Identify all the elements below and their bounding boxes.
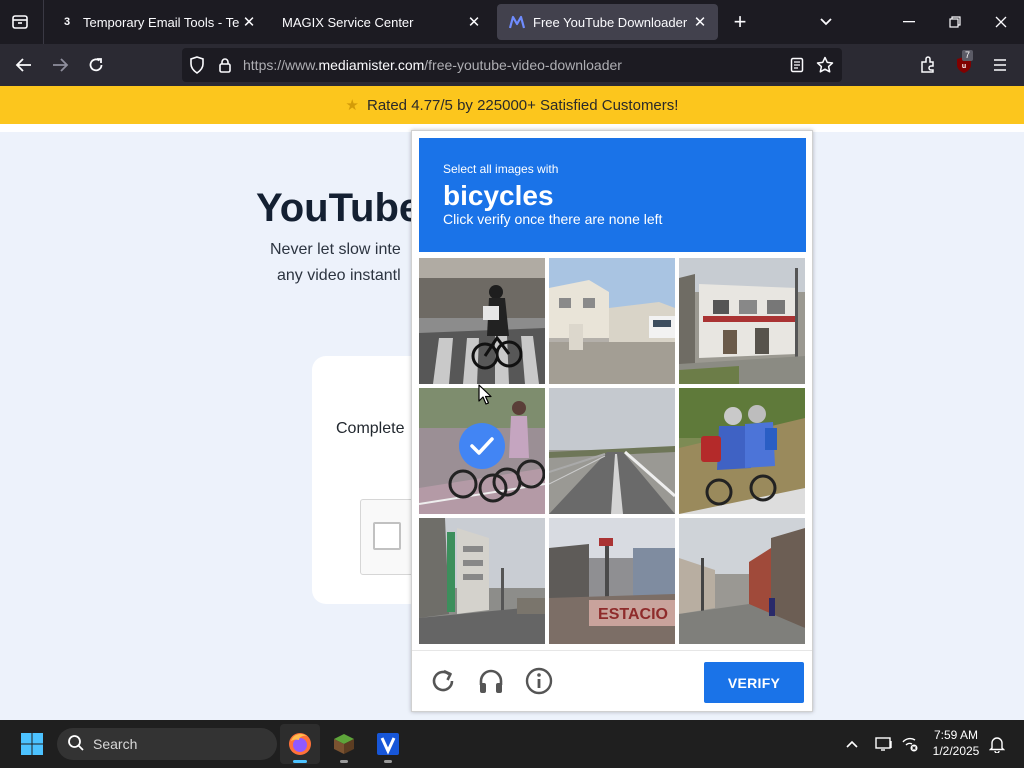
tab-youtube-downloader[interactable]: Free YouTube Downloader | Do ✕: [497, 4, 718, 40]
captcha-tile[interactable]: [419, 258, 545, 384]
captcha-tile[interactable]: [679, 518, 805, 644]
mediamister-icon: [509, 14, 525, 30]
captcha-tile[interactable]: [679, 388, 805, 514]
clock-date: 1/2/2025: [932, 744, 980, 758]
captcha-checkbox[interactable]: [373, 522, 401, 550]
app-menu-icon[interactable]: [984, 49, 1016, 81]
page-title: YouTube: [256, 186, 422, 230]
ublock-icon[interactable]: u 7: [948, 49, 980, 81]
captcha-footer: VERIFY: [412, 650, 812, 712]
list-all-tabs-icon[interactable]: [810, 6, 842, 38]
refresh-icon[interactable]: [427, 665, 459, 697]
search-icon: [67, 734, 85, 755]
url-domain: mediamister.com: [318, 57, 425, 73]
vpn-taskbar-icon[interactable]: [368, 724, 408, 764]
running-indicator: [293, 760, 307, 763]
show-hidden-icons-chevron-icon[interactable]: [840, 732, 864, 756]
new-tab-icon[interactable]: +: [724, 6, 756, 38]
close-tab-icon[interactable]: ✕: [239, 12, 259, 32]
captcha-tile[interactable]: [679, 258, 805, 384]
network-disconnected-icon[interactable]: [898, 732, 922, 756]
verify-button[interactable]: VERIFY: [704, 662, 804, 703]
close-window-icon[interactable]: [978, 0, 1024, 44]
extension-badge: 7: [962, 50, 974, 61]
windows-taskbar: Search 7:59 AM 1/2/2025: [0, 720, 1024, 768]
bookmark-star-icon[interactable]: [816, 56, 834, 74]
captcha-tile[interactable]: [549, 258, 675, 384]
back-icon[interactable]: [8, 49, 40, 81]
captcha-tile-selected[interactable]: [419, 388, 545, 514]
page-subtitle-line1: Never let slow inte: [270, 241, 401, 258]
url-text[interactable]: https://www.mediamister.com/free-youtube…: [243, 57, 622, 73]
clock-time: 7:59 AM: [933, 728, 979, 742]
url-path: /free-youtube-video-downloader: [424, 57, 622, 73]
running-indicator: [384, 760, 392, 763]
forward-icon[interactable]: [44, 49, 76, 81]
mouse-cursor-icon: [478, 384, 492, 405]
captcha-instruction: Click verify once there are none left: [443, 211, 663, 227]
restore-icon[interactable]: [932, 0, 978, 44]
captcha-target-object: bicycles: [443, 180, 554, 211]
image-captcha-dialog: Select all images with bicycles Click ve…: [411, 130, 813, 712]
tab-title: Temporary Email Tools - Tempo: [83, 14, 239, 30]
star-icon: ★: [345, 97, 359, 114]
captcha-image-grid: ESTACIO: [419, 258, 806, 645]
reload-icon[interactable]: [80, 49, 112, 81]
extensions-icon[interactable]: [912, 49, 944, 81]
url-prefix: https://www.: [243, 57, 319, 73]
firefox-taskbar-icon[interactable]: [280, 724, 320, 764]
page-subtitle-line2: any video instantl: [277, 267, 401, 284]
search-placeholder: Search: [93, 736, 138, 752]
captcha-prompt: Select all images with: [443, 162, 559, 176]
minimize-icon[interactable]: [886, 0, 932, 44]
tab-temporary-email[interactable]: 3 Temporary Email Tools - Tempo ✕: [47, 4, 267, 40]
captcha-tile[interactable]: [549, 388, 675, 514]
station-sign-text: ESTACIO: [598, 606, 668, 623]
tab-title: MAGIX Service Center: [282, 14, 414, 30]
tracking-protection-shield-icon[interactable]: [188, 56, 206, 74]
rating-banner: ★ Rated 4.77/5 by 225000+ Satisfied Cust…: [0, 86, 1024, 124]
minecraft-taskbar-icon[interactable]: [324, 724, 364, 764]
system-clock[interactable]: 7:59 AM 1/2/2025: [922, 727, 990, 759]
device-icon[interactable]: [872, 732, 896, 756]
close-tab-icon[interactable]: ✕: [690, 12, 710, 32]
close-tab-icon[interactable]: ✕: [464, 12, 484, 32]
tab-magix[interactable]: MAGIX Service Center ✕: [270, 4, 492, 40]
captcha-tile[interactable]: [419, 518, 545, 644]
running-indicator: [340, 760, 348, 763]
captcha-tile[interactable]: ESTACIO: [549, 518, 675, 644]
reader-view-icon[interactable]: [788, 56, 806, 74]
info-icon[interactable]: [523, 665, 555, 697]
windows-start-icon[interactable]: [12, 724, 52, 764]
url-bar[interactable]: https://www.mediamister.com/free-youtube…: [182, 48, 842, 82]
lock-icon[interactable]: [216, 56, 234, 74]
navigation-bar: https://www.mediamister.com/free-youtube…: [0, 44, 1024, 86]
svg-text:u: u: [962, 63, 966, 70]
tile-selected-checkmark-icon: [459, 423, 505, 469]
tab-divider: [43, 0, 44, 44]
audio-challenge-icon[interactable]: [475, 665, 507, 697]
taskbar-search-box[interactable]: Search: [57, 728, 277, 760]
card-instruction: Complete: [336, 420, 405, 437]
captcha-header: Select all images with bicycles Click ve…: [419, 138, 806, 252]
tab-title: Free YouTube Downloader | Do: [533, 14, 690, 30]
tab-bar: 3 Temporary Email Tools - Tempo ✕ MAGIX …: [0, 0, 1024, 44]
temp-mail-icon: 3: [63, 16, 71, 28]
firefox-view-icon[interactable]: [4, 6, 36, 38]
notification-bell-icon[interactable]: [985, 732, 1009, 756]
rating-text: Rated 4.77/5 by 225000+ Satisfied Custom…: [367, 96, 679, 114]
